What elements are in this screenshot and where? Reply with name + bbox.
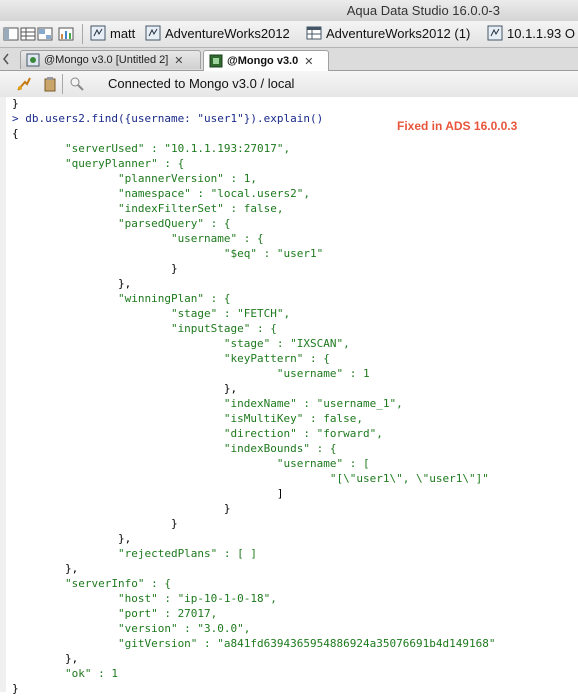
- mongo-connection-icon: [209, 54, 223, 68]
- editor-tabbar: @Mongo v3.0 [Untitled 2] ✕ @Mongo v3.0 ✕: [0, 48, 578, 71]
- connection-adventureworks2012[interactable]: AdventureWorks2012: [145, 25, 290, 41]
- code-line: "[\"user1\", \"user1\"]": [12, 472, 489, 485]
- table-icon: [306, 26, 322, 40]
- code-line: "stage" : "FETCH",: [12, 307, 291, 320]
- code-line: "version" : "3.0.0",: [12, 622, 251, 635]
- script-icon: [145, 25, 161, 41]
- code-line: },: [12, 652, 79, 665]
- code-line: "indexFilterSet" : false,: [12, 202, 284, 215]
- split-view-icon[interactable]: [37, 26, 53, 42]
- toolbar-separator: [82, 24, 83, 44]
- code-line: }: [12, 682, 19, 695]
- execute-icon[interactable]: [16, 76, 32, 92]
- window-title: Aqua Data Studio 16.0.0-3: [346, 3, 500, 18]
- editor-content[interactable]: } > db.users2.find({username: "user1"}).e…: [12, 96, 495, 696]
- connection-matt[interactable]: matt: [90, 25, 135, 41]
- code-line: "gitVersion" : "a841fd6394365954886924a3…: [12, 637, 496, 650]
- mongo-script-icon: [26, 53, 40, 67]
- code-line: "namespace" : "local.users2",: [12, 187, 311, 200]
- code-line: "host" : "ip-10-1-0-18",: [12, 592, 277, 605]
- close-icon[interactable]: ✕: [174, 54, 183, 67]
- code-line: "plannerVersion" : 1,: [12, 172, 258, 185]
- fix-annotation: Fixed in ADS 16.0.0.3: [397, 119, 518, 133]
- connection-label: matt: [110, 25, 136, 41]
- script-icon: [487, 25, 503, 41]
- close-icon[interactable]: ✕: [304, 55, 313, 68]
- find-icon[interactable]: [69, 76, 85, 92]
- connection-status: Connected to Mongo v3.0 / local: [108, 76, 295, 91]
- code-line: }: [12, 517, 178, 530]
- code-line: "ok" : 1: [12, 667, 118, 680]
- script-icon: [90, 25, 106, 41]
- code-line: },: [12, 532, 132, 545]
- editor-gutter: [0, 97, 6, 692]
- code-line: }: [12, 97, 19, 110]
- panel-layout-icon[interactable]: [3, 26, 19, 42]
- code-line: "keyPattern" : {: [12, 352, 330, 365]
- tab-label: @Mongo v3.0: [227, 55, 299, 67]
- code-line: },: [12, 277, 132, 290]
- code-line: },: [12, 562, 79, 575]
- connections-toolbar: matt AdventureWorks2012 AdventureWorks20…: [0, 21, 578, 48]
- connection-label: 10.1.1.93 O: [507, 25, 575, 41]
- code-line: "direction" : "forward",: [12, 427, 383, 440]
- code-line: "inputStage" : {: [12, 322, 277, 335]
- query-toolbar: Connected to Mongo v3.0 / local: [0, 71, 578, 98]
- code-line: "isMultiKey" : false,: [12, 412, 363, 425]
- code-line: "indexBounds" : {: [12, 442, 337, 455]
- connection-adventureworks2012-1[interactable]: AdventureWorks2012 (1): [306, 25, 470, 41]
- code-line: "username" : {: [12, 232, 264, 245]
- code-line: "indexName" : "username_1",: [12, 397, 403, 410]
- code-line: }: [12, 262, 178, 275]
- code-line: "$eq" : "user1": [12, 247, 324, 260]
- code-line: "serverUsed" : "10.1.1.193:27017",: [12, 142, 291, 155]
- code-line: "port" : 27017,: [12, 607, 218, 620]
- code-line: "parsedQuery" : {: [12, 217, 231, 230]
- chart-view-icon[interactable]: [58, 26, 74, 42]
- code-line: },: [12, 382, 238, 395]
- connection-label: AdventureWorks2012: [165, 25, 290, 41]
- code-line: "winningPlan" : {: [12, 292, 231, 305]
- chevron-left-icon[interactable]: [2, 53, 10, 65]
- code-line: "stage" : "IXSCAN",: [12, 337, 350, 350]
- query-editor[interactable]: } > db.users2.find({username: "user1"}).e…: [0, 97, 578, 695]
- code-line: "username" : [: [12, 457, 370, 470]
- connection-10-1-1-93[interactable]: 10.1.1.93 O: [487, 25, 575, 41]
- connection-label: AdventureWorks2012 (1): [326, 25, 471, 41]
- grid-view-icon[interactable]: [20, 26, 36, 42]
- tab-label: @Mongo v3.0 [Untitled 2]: [44, 54, 169, 66]
- clipboard-icon[interactable]: [42, 76, 58, 92]
- code-line: "rejectedPlans" : [ ]: [12, 547, 258, 560]
- code-line: ]: [12, 487, 284, 500]
- window-titlebar: Aqua Data Studio 16.0.0-3: [0, 0, 578, 22]
- tab-mongo-v3[interactable]: @Mongo v3.0 ✕: [203, 50, 329, 71]
- code-line: }: [12, 502, 231, 515]
- code-line: "username" : 1: [12, 367, 370, 380]
- tab-untitled-2[interactable]: @Mongo v3.0 [Untitled 2] ✕: [20, 50, 201, 69]
- code-line: "serverInfo" : {: [12, 577, 171, 590]
- code-line: "queryPlanner" : {: [12, 157, 185, 170]
- toolbar-separator: [62, 74, 63, 94]
